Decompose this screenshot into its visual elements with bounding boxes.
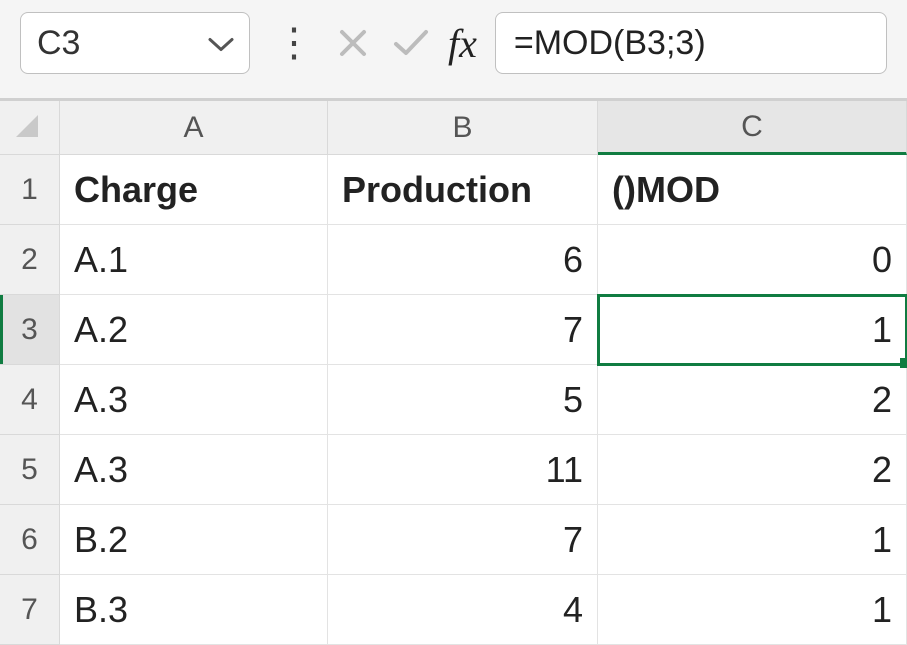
row-5: 5 A.3 11 2 bbox=[0, 435, 907, 505]
cell-b1[interactable]: Production bbox=[328, 155, 598, 225]
formula-text: =MOD(B3;3) bbox=[514, 24, 706, 63]
row-header-2[interactable]: 2 bbox=[0, 225, 60, 295]
chevron-down-icon[interactable] bbox=[207, 24, 235, 63]
row-header-3[interactable]: 3 bbox=[0, 295, 60, 365]
cell-b2[interactable]: 6 bbox=[328, 225, 598, 295]
row-3: 3 A.2 7 1 bbox=[0, 295, 907, 365]
row-header-6[interactable]: 6 bbox=[0, 505, 60, 575]
spreadsheet-grid: A B C 1 Charge Production ()MOD 2 A.1 6 … bbox=[0, 98, 907, 645]
name-box-value: C3 bbox=[37, 24, 80, 63]
cell-a4[interactable]: A.3 bbox=[60, 365, 328, 435]
cell-b6[interactable]: 7 bbox=[328, 505, 598, 575]
row-6: 6 B.2 7 1 bbox=[0, 505, 907, 575]
column-header-row: A B C bbox=[0, 101, 907, 155]
cell-a6[interactable]: B.2 bbox=[60, 505, 328, 575]
select-all-corner[interactable] bbox=[0, 101, 60, 155]
row-2: 2 A.1 6 0 bbox=[0, 225, 907, 295]
cell-c4[interactable]: 2 bbox=[598, 365, 907, 435]
cell-c7[interactable]: 1 bbox=[598, 575, 907, 645]
fx-label[interactable]: fx bbox=[444, 20, 487, 67]
cell-a7[interactable]: B.3 bbox=[60, 575, 328, 645]
row-header-4[interactable]: 4 bbox=[0, 365, 60, 435]
name-box[interactable]: C3 bbox=[20, 12, 250, 74]
cell-a2[interactable]: A.1 bbox=[60, 225, 328, 295]
row-1: 1 Charge Production ()MOD bbox=[0, 155, 907, 225]
cell-b4[interactable]: 5 bbox=[328, 365, 598, 435]
cancel-formula-button[interactable] bbox=[328, 14, 378, 72]
cell-b3[interactable]: 7 bbox=[328, 295, 598, 365]
cell-c2[interactable]: 0 bbox=[598, 225, 907, 295]
cell-c5[interactable]: 2 bbox=[598, 435, 907, 505]
column-header-c[interactable]: C bbox=[598, 101, 907, 155]
row-header-1[interactable]: 1 bbox=[0, 155, 60, 225]
column-header-b[interactable]: B bbox=[328, 101, 598, 155]
cell-c6[interactable]: 1 bbox=[598, 505, 907, 575]
cell-a5[interactable]: A.3 bbox=[60, 435, 328, 505]
confirm-formula-button[interactable] bbox=[386, 14, 436, 72]
formula-input[interactable]: =MOD(B3;3) bbox=[495, 12, 887, 74]
row-7: 7 B.3 4 1 bbox=[0, 575, 907, 645]
cell-a1[interactable]: Charge bbox=[60, 155, 328, 225]
row-header-7[interactable]: 7 bbox=[0, 575, 60, 645]
cell-b5[interactable]: 11 bbox=[328, 435, 598, 505]
row-header-5[interactable]: 5 bbox=[0, 435, 60, 505]
vertical-dots-icon[interactable]: ⋮ bbox=[258, 23, 320, 63]
cell-b7[interactable]: 4 bbox=[328, 575, 598, 645]
column-header-a[interactable]: A bbox=[60, 101, 328, 155]
cell-a3[interactable]: A.2 bbox=[60, 295, 328, 365]
cell-c3[interactable]: 1 bbox=[598, 295, 907, 365]
row-4: 4 A.3 5 2 bbox=[0, 365, 907, 435]
cell-c1[interactable]: ()MOD bbox=[598, 155, 907, 225]
formula-bar: C3 ⋮ fx =MOD(B3;3) bbox=[0, 0, 907, 98]
